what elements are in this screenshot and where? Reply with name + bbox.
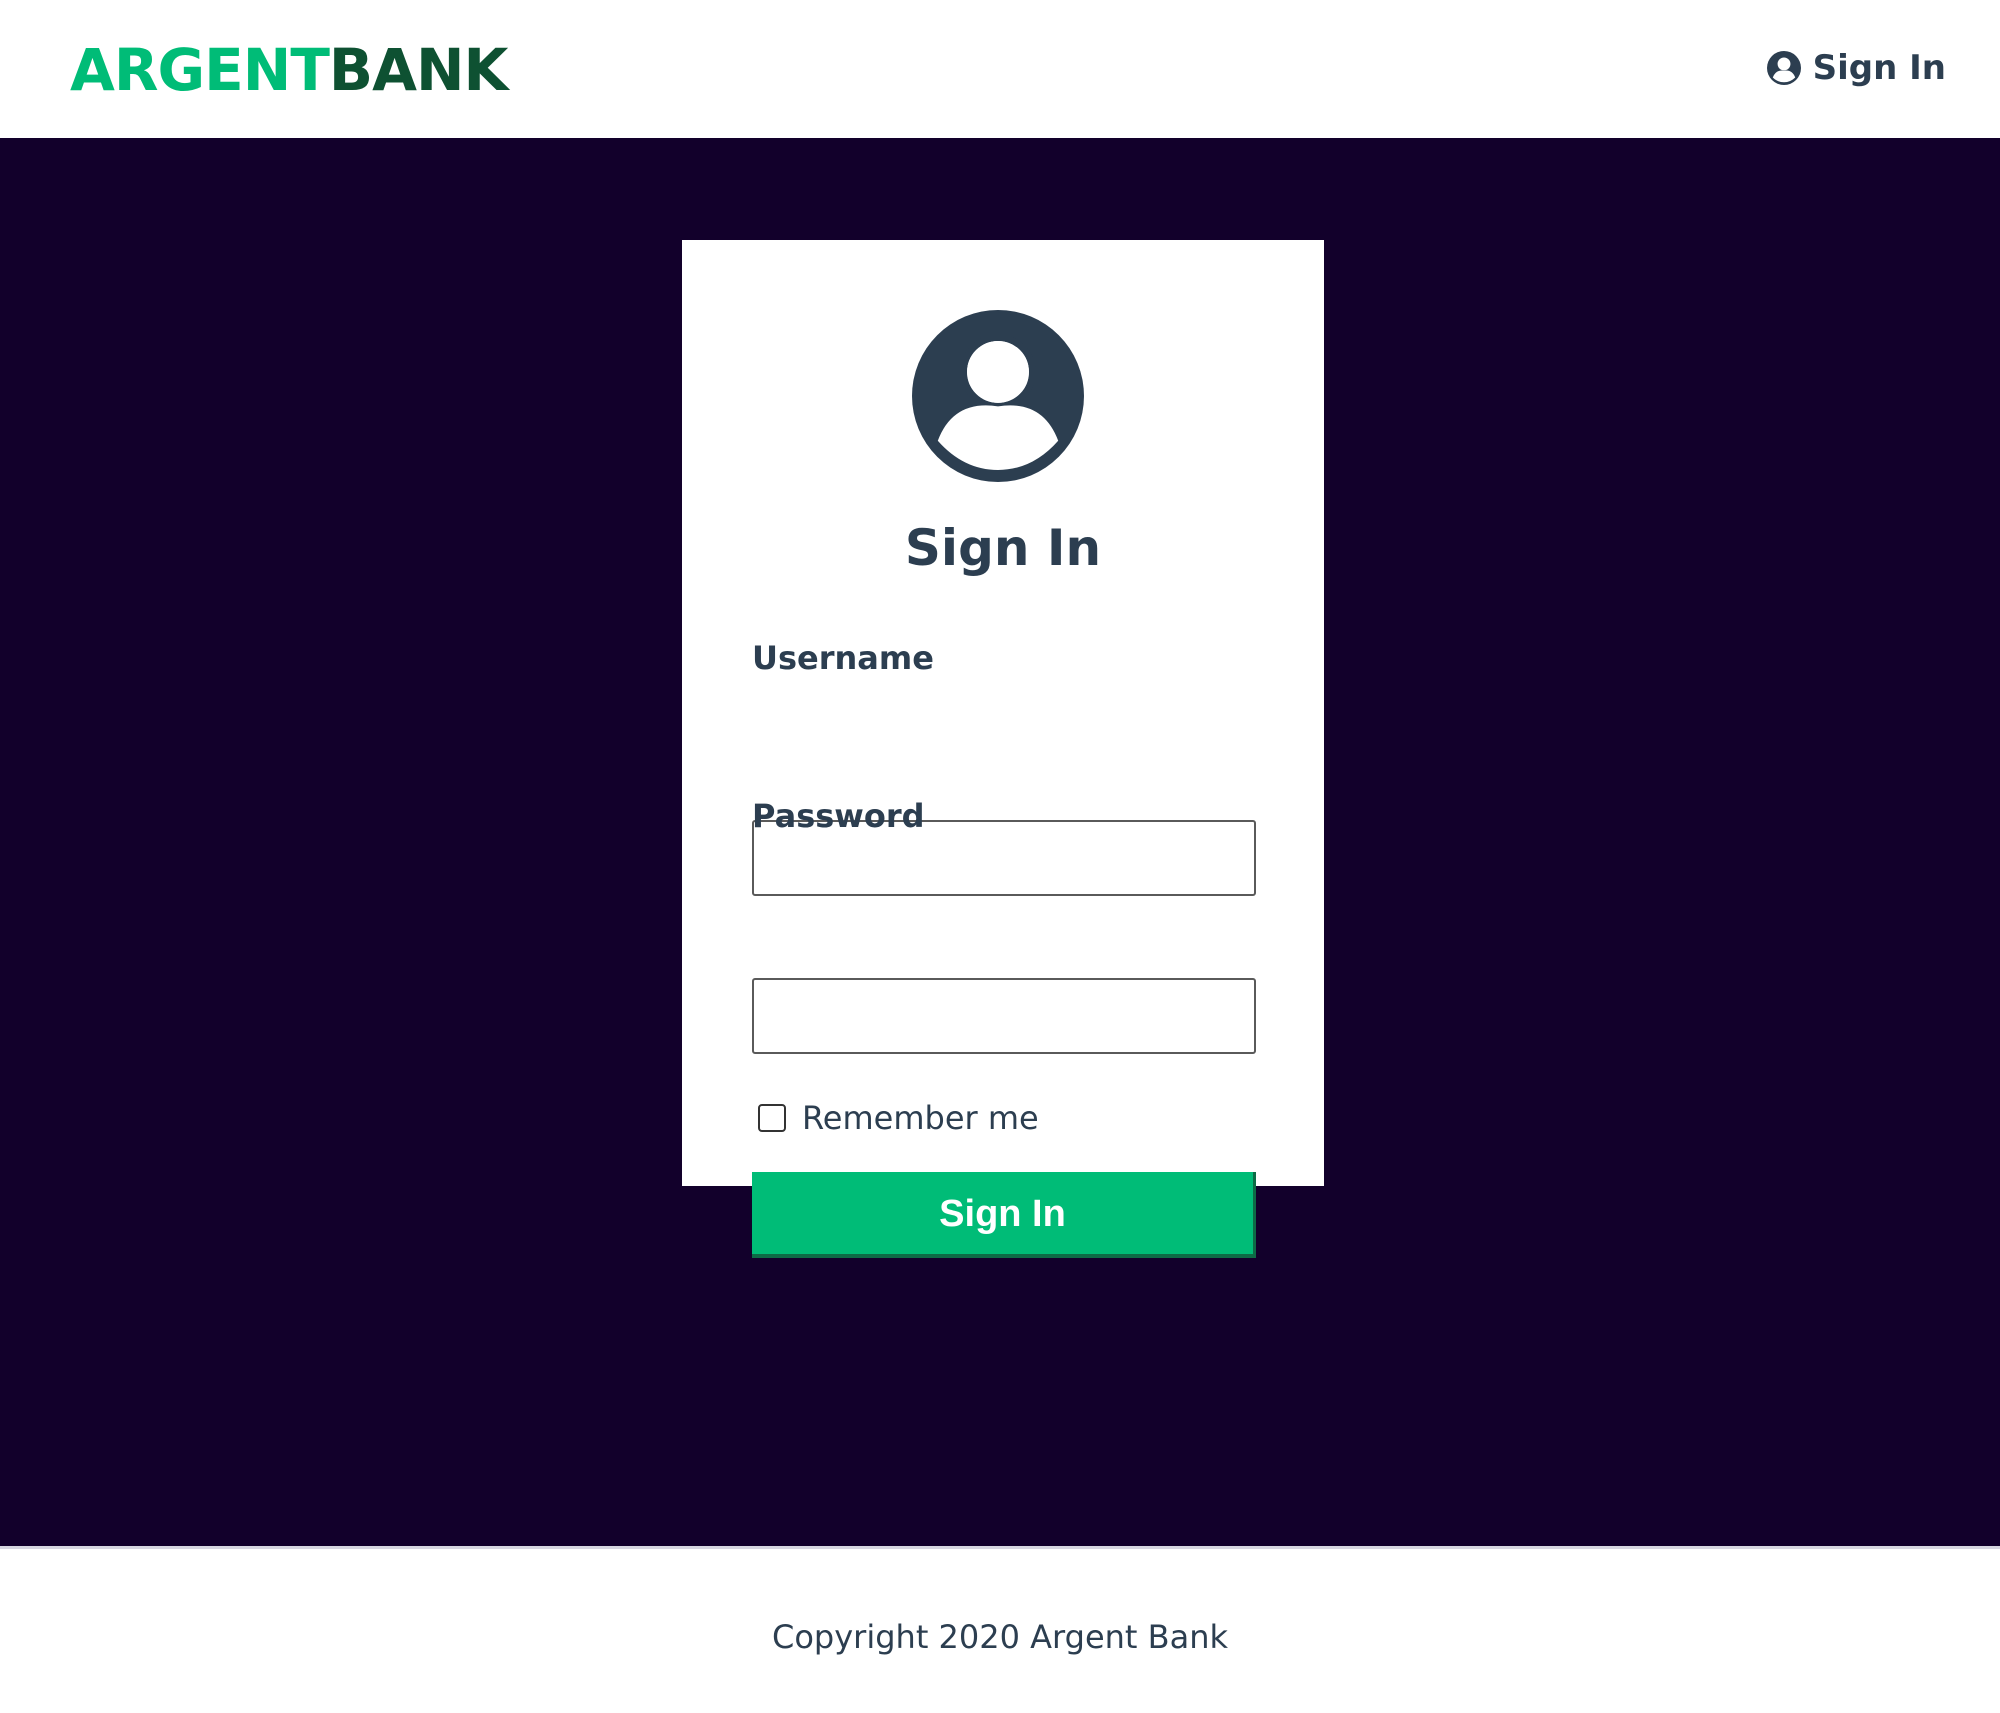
nav-sign-in-link[interactable]: Sign In — [1766, 46, 1946, 90]
argent-bank-logo[interactable]: ARGENTBANK — [70, 36, 509, 104]
top-navigation-bar: ARGENTBANK Sign In — [0, 0, 2000, 138]
password-input[interactable] — [752, 978, 1256, 1054]
logo-text-bank: BANK — [328, 36, 509, 104]
nav-sign-in-label: Sign In — [1812, 48, 1946, 88]
password-label: Password — [752, 797, 925, 835]
sign-in-card: Sign In Username Password Remember me Si… — [682, 240, 1324, 1258]
remember-me-checkbox[interactable] — [758, 1104, 786, 1132]
page-footer: Copyright 2020 Argent Bank — [0, 1546, 2000, 1713]
remember-me-row: Remember me — [758, 1098, 1039, 1138]
username-label: Username — [752, 639, 934, 677]
user-circle-icon — [1766, 51, 1801, 85]
sign-in-button[interactable]: Sign In — [752, 1172, 1256, 1258]
copyright-text: Copyright 2020 Argent Bank — [772, 1618, 1228, 1656]
logo-text-argent: ARGENT — [70, 36, 330, 104]
main-content: Sign In Username Password Remember me Si… — [0, 138, 2000, 1546]
sign-in-title: Sign In — [904, 519, 1102, 577]
user-circle-icon — [912, 310, 1084, 482]
remember-me-label[interactable]: Remember me — [802, 1098, 1039, 1138]
